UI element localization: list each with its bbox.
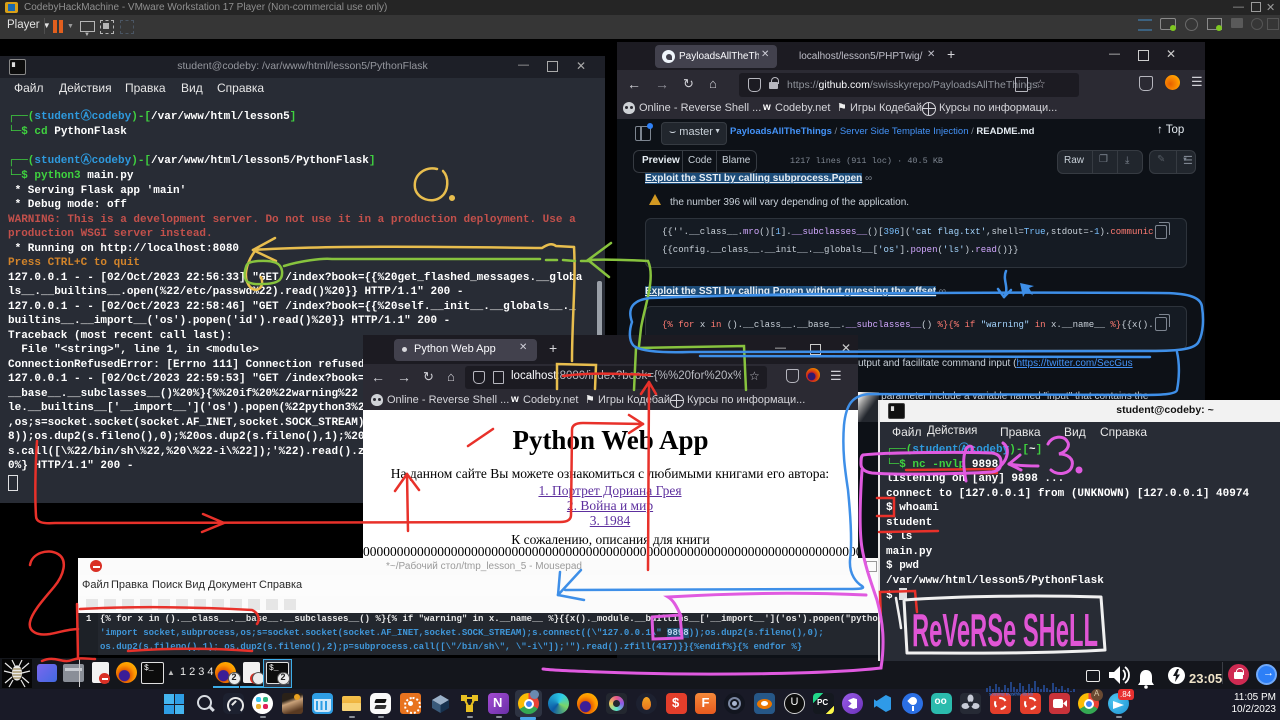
svg-text:sousing mosthly lib.kb: sousing mosthly lib.kb (989, 692, 1034, 697)
